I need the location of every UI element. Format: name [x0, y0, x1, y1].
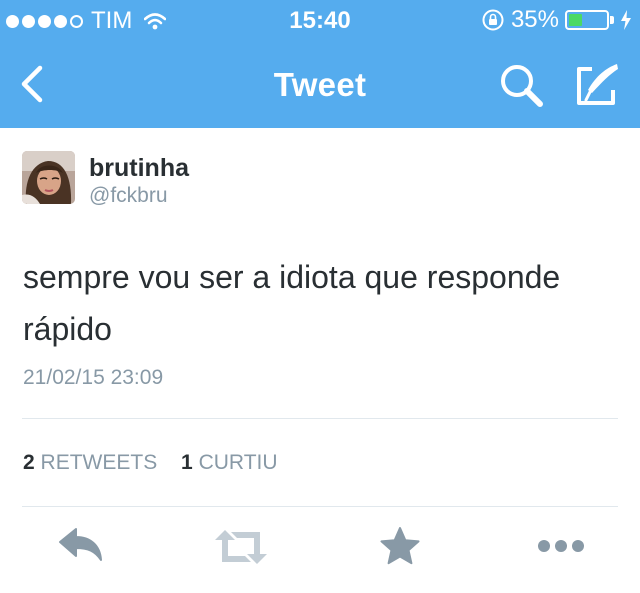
tweet-actions — [0, 526, 640, 576]
likes-stat[interactable]: 1 CURTIU — [181, 451, 277, 474]
likes-count: 1 — [181, 451, 193, 474]
charging-bolt-icon — [621, 10, 631, 30]
likes-label: CURTIU — [198, 451, 278, 474]
reply-icon[interactable] — [56, 526, 106, 566]
favorite-star-icon[interactable] — [380, 526, 420, 566]
avatar[interactable] — [22, 151, 75, 204]
tweet-timestamp: 21/02/15 23:09 — [23, 366, 164, 389]
battery-level-fill — [569, 14, 582, 26]
tweet-text: sempre vou ser a idiota que responde ráp… — [23, 259, 561, 347]
retweets-label: RETWEETS — [40, 451, 158, 474]
search-icon[interactable] — [496, 60, 548, 112]
tweet-stats: 2 RETWEETS 1 CURTIU — [23, 451, 296, 475]
battery-percent: 35% — [510, 6, 559, 33]
user-name[interactable]: brutinha — [89, 154, 189, 183]
user-handle[interactable]: @fckbru — [89, 184, 168, 208]
navigation-bar: Tweet — [0, 40, 640, 128]
divider — [22, 506, 618, 507]
divider — [22, 418, 618, 419]
battery-tip — [610, 16, 614, 24]
retweets-stat[interactable]: 2 RETWEETS — [23, 451, 157, 474]
rotation-lock-icon — [482, 9, 504, 31]
more-icon[interactable] — [536, 526, 586, 566]
app-header: TIM 15:40 35% Tweet — [0, 0, 640, 128]
battery-icon — [565, 10, 609, 30]
retweets-count: 2 — [23, 451, 35, 474]
compose-icon[interactable] — [570, 60, 622, 112]
status-bar: TIM 15:40 35% — [0, 0, 640, 40]
retweet-icon[interactable] — [213, 526, 269, 568]
status-right: 35% — [481, 6, 632, 34]
